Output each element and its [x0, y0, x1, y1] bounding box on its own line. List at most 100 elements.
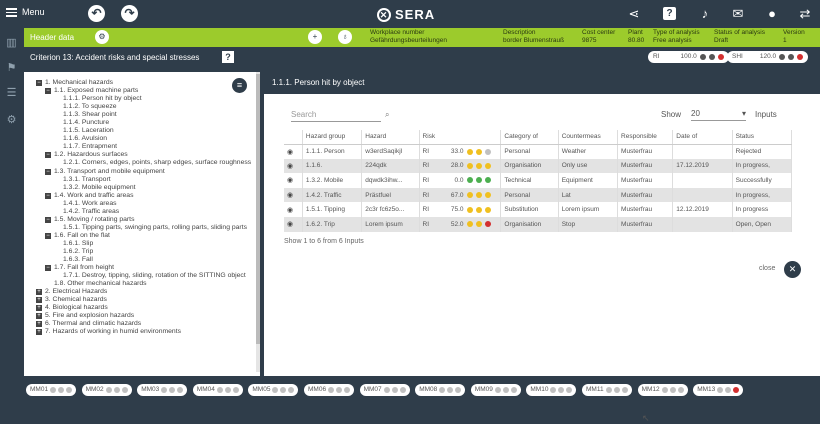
collapse-icon[interactable]: −	[45, 192, 51, 199]
bottom-tab-mm01[interactable]: MM01	[26, 384, 77, 396]
tree-scrollbar[interactable]	[256, 72, 260, 372]
bottom-tab-mm08[interactable]: MM08	[415, 384, 466, 396]
flag-icon[interactable]: ⚑	[5, 63, 18, 74]
tree-node[interactable]: +3. Chemical hazards	[36, 296, 260, 304]
gear-icon[interactable]: ⚙	[5, 115, 18, 126]
flask-icon[interactable]: ♁	[338, 30, 352, 44]
tree-node[interactable]: 1.6.1. Slip	[36, 240, 260, 248]
eye-cell: ◉	[284, 158, 303, 174]
eye-icon[interactable]: ◉	[287, 163, 293, 170]
tree-node[interactable]: 1.1.3. Shear point	[36, 111, 260, 119]
bottom-tab-mm04[interactable]: MM04	[192, 384, 243, 396]
tree-node[interactable]: 1.7.1. Destroy, tipping, sliding, rotati…	[36, 272, 260, 280]
table-row[interactable]: ◉ 1.5.1. Tipping 2c3r fc6z5o... RI 75.0 Subst…	[284, 202, 793, 217]
bottom-tab-mm12[interactable]: MM12	[637, 384, 688, 396]
list-icon[interactable]: ☰	[5, 88, 18, 99]
eye-icon[interactable]: ◉	[287, 149, 293, 156]
eye-icon[interactable]: ◉	[287, 177, 293, 184]
user-icon[interactable]: ●	[764, 6, 780, 21]
bottom-tab-mm03[interactable]: MM03	[137, 384, 188, 396]
tree-node[interactable]: −1.4. Work and traffic areas	[36, 192, 260, 200]
tree-node[interactable]: 1.1.4. Puncture	[36, 119, 260, 127]
tree-node[interactable]: −1.1. Exposed machine parts	[36, 87, 260, 95]
table-row[interactable]: ◉ 1.6.2. Trip Lorem ipsum RI 52.0 Organisatio…	[284, 216, 793, 232]
expand-icon[interactable]: +	[36, 297, 42, 304]
tree-node[interactable]: −1.6. Fall on the flat	[36, 232, 260, 240]
collapse-icon[interactable]: −	[45, 88, 51, 95]
collapse-icon[interactable]: −	[45, 232, 51, 239]
tree-node[interactable]: 1.3.1. Transport	[36, 176, 260, 184]
expand-icon[interactable]: +	[36, 321, 42, 328]
table-row[interactable]: ◉ 1.4.2. Traffic Prästfuel RI 67.0 Personal La…	[284, 187, 793, 203]
tree-node[interactable]: +2. Electrical Hazards	[36, 288, 260, 296]
eye-icon[interactable]: ◉	[287, 192, 293, 199]
table-row[interactable]: ◉ 1.3.2. Mobile dqwdk3ihw... RI 0.0 Technical…	[284, 173, 793, 188]
collapse-icon[interactable]: −	[45, 152, 51, 159]
show-entries-select[interactable]: 20 ▾	[691, 109, 746, 121]
swap-icon[interactable]: ⇄	[797, 6, 813, 22]
undo-button[interactable]: ↶	[88, 5, 105, 22]
settings-icon[interactable]: ⚙	[95, 30, 109, 44]
tree-node[interactable]: −1. Mechanical hazards	[36, 79, 260, 87]
criterion-help-icon[interactable]: ?	[222, 51, 234, 63]
tree-node[interactable]: 1.3.2. Mobile equipment	[36, 184, 260, 192]
tree-node[interactable]: 1.5.1. Tipping parts, swinging parts, ro…	[36, 224, 260, 232]
mail-icon[interactable]: ✉	[730, 6, 746, 22]
date-cell	[672, 187, 733, 203]
menu-button[interactable]: Menu	[6, 7, 45, 17]
tree-node[interactable]: 1.1.7. Entrapment	[36, 143, 260, 151]
version-select[interactable]: Version 1	[783, 29, 805, 45]
bottom-tab-mm05[interactable]: MM05	[248, 384, 299, 396]
table-row[interactable]: ◉ 1.1.1. Person w3erdSaqikjl RI 33.0 Personal…	[284, 144, 793, 159]
tree-node[interactable]: −1.3. Transport and mobile equipment	[36, 168, 260, 176]
tree-node[interactable]: 1.1.5. Laceration	[36, 127, 260, 135]
redo-button[interactable]: ↷	[121, 5, 138, 22]
tree-node[interactable]: 1.6.2. Trip	[36, 248, 260, 256]
tree-node[interactable]: −1.2. Hazardous surfaces	[36, 151, 260, 159]
tree-node[interactable]: 1.4.2. Traffic areas	[36, 208, 260, 216]
tree-node[interactable]: +7. Hazards of working in humid environm…	[36, 328, 260, 336]
expand-icon[interactable]: +	[36, 289, 42, 296]
tree-node[interactable]: −1.7. Fall from height	[36, 264, 260, 272]
tree-node[interactable]: +6. Thermal and climatic hazards	[36, 320, 260, 328]
search-icon[interactable]: ⌕	[385, 110, 389, 120]
bottom-tab-mm06[interactable]: MM06	[304, 384, 355, 396]
bottom-tab-mm13[interactable]: MM13	[693, 384, 744, 396]
collapse-icon[interactable]: −	[36, 80, 42, 87]
tree-node[interactable]: +5. Fire and explosion hazards	[36, 312, 260, 320]
bottom-tab-mm11[interactable]: MM11	[582, 384, 632, 396]
eye-icon[interactable]: ◉	[287, 207, 293, 214]
tree-node[interactable]: 1.1.6. Avulsion	[36, 135, 260, 143]
close-button[interactable]: ✕	[784, 261, 801, 278]
search-input[interactable]: Search	[291, 110, 381, 122]
chart-icon[interactable]: ▥	[5, 38, 18, 49]
bottom-tab-mm10[interactable]: MM10	[526, 384, 577, 396]
eye-icon[interactable]: ◉	[287, 221, 293, 228]
expand-icon[interactable]: +	[36, 313, 42, 320]
tree-node[interactable]: 1.8. Other mechanical hazards	[36, 280, 260, 288]
close-label[interactable]: close	[759, 265, 775, 272]
collapse-icon[interactable]: −	[45, 216, 51, 223]
column-header	[284, 130, 303, 145]
tree-node[interactable]: 1.1.2. To squeeze	[36, 103, 260, 111]
bottom-tab-mm09[interactable]: MM09	[470, 384, 521, 396]
bell-icon[interactable]: ♪	[697, 6, 713, 21]
tree-node[interactable]: 1.2.1. Corners, edges, points, sharp edg…	[36, 159, 260, 167]
table-row[interactable]: ◉ 1.1.6. 224qdk RI 28.0 Organisation Only use M…	[284, 158, 793, 174]
add-document-icon[interactable]: +	[308, 30, 322, 44]
tree-menu-button[interactable]: ≡	[232, 78, 247, 93]
tree-scrollbar-thumb[interactable]	[256, 74, 260, 344]
tree-node[interactable]: +4. Biological hazards	[36, 304, 260, 312]
tree-node[interactable]: 1.6.3. Fall	[36, 256, 260, 264]
tree-node[interactable]: −1.5. Moving / rotating parts	[36, 216, 260, 224]
expand-icon[interactable]: +	[36, 305, 42, 312]
tree-node[interactable]: 1.4.1. Work areas	[36, 200, 260, 208]
collapse-icon[interactable]: −	[45, 265, 51, 272]
collapse-icon[interactable]: −	[45, 168, 51, 175]
share-icon[interactable]: ⋖	[626, 6, 642, 22]
tree-node[interactable]: 1.1.1. Person hit by object	[36, 95, 260, 103]
expand-icon[interactable]: +	[36, 329, 42, 336]
bottom-tab-mm07[interactable]: MM07	[359, 384, 410, 396]
help-icon[interactable]: ?	[663, 7, 676, 20]
bottom-tab-mm02[interactable]: MM02	[81, 384, 132, 396]
